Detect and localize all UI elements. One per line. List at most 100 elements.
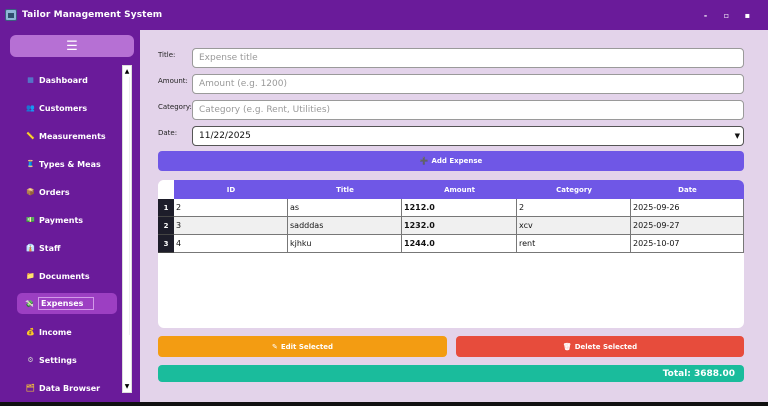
row-number[interactable]: 1	[158, 199, 174, 217]
sidebar-item-data-browser[interactable]: 🗂 Data Browser	[18, 374, 122, 402]
cell-id[interactable]: 4	[174, 235, 288, 253]
sidebar-item-label: Payments	[39, 215, 84, 225]
cell-amount[interactable]: 1212.0	[402, 199, 517, 217]
cell-date[interactable]: 2025-10-07	[631, 235, 744, 253]
column-header-amount[interactable]: Amount	[402, 180, 517, 199]
app-window: Tailor Management System - ▫ ▪ ☰ ▦ Dashbo…	[0, 0, 768, 404]
date-picker[interactable]: 11/22/2025 ▼	[192, 126, 744, 146]
sidebar-item-orders[interactable]: 📦 Orders	[18, 178, 122, 206]
edit-selected-label: Edit Selected	[280, 342, 334, 351]
edit-icon: ✎	[271, 342, 278, 351]
sidebar-item-expenses[interactable]: 💸 Expenses	[17, 293, 117, 314]
cell-title[interactable]: sadddas	[288, 217, 402, 235]
title-label: Title:	[158, 51, 176, 59]
sidebar-item-label: Orders	[39, 187, 70, 197]
sidebar-item-customers[interactable]: 👥 Customers	[18, 94, 122, 122]
row-number[interactable]: 3	[158, 235, 174, 253]
minimize-button[interactable]: -	[695, 8, 716, 22]
category-label: Category:	[158, 103, 192, 111]
trash-icon: 🗑	[562, 342, 572, 351]
window-controls: - ▫ ▪	[695, 8, 758, 22]
title-bar: Tailor Management System - ▫ ▪	[0, 0, 768, 30]
sidebar-item-label: Settings	[39, 355, 77, 365]
sidebar-item-label: Data Browser	[39, 383, 101, 393]
sidebar-item-label: Income	[39, 327, 72, 337]
cell-category[interactable]: xcv	[517, 217, 631, 235]
sidebar: ☰ ▦ Dashboard 👥 Customers 📏 Measurements 🧵 Type…	[0, 30, 140, 402]
close-button[interactable]: ▪	[737, 8, 758, 22]
maximize-button[interactable]: ▫	[716, 8, 737, 22]
window-title: Tailor Management System	[22, 10, 163, 20]
package-icon: 📦	[26, 188, 35, 196]
cell-id[interactable]: 2	[174, 199, 288, 217]
add-expense-button[interactable]: ➕ Add Expense	[158, 151, 744, 171]
column-header-id[interactable]: ID	[174, 180, 288, 199]
sidebar-item-label: Customers	[39, 103, 88, 113]
cell-id[interactable]: 3	[174, 217, 288, 235]
cell-category[interactable]: rent	[517, 235, 631, 253]
delete-selected-button[interactable]: 🗑 Delete Selected	[456, 336, 744, 357]
sidebar-item-label: Dashboard	[39, 75, 88, 85]
cell-amount[interactable]: 1232.0	[402, 217, 517, 235]
total-display: Total: 3688.00	[158, 365, 744, 382]
scroll-up-icon[interactable]: ▲	[123, 67, 131, 76]
table-row[interactable]: 1 2 as 1212.0 2 2025-09-26	[158, 199, 744, 217]
plus-icon: ➕	[419, 157, 429, 165]
table-row[interactable]: 2 3 sadddas 1232.0 xcv 2025-09-27	[158, 217, 744, 235]
cell-date[interactable]: 2025-09-26	[631, 199, 744, 217]
sidebar-item-documents[interactable]: 📁 Documents	[18, 262, 122, 290]
edit-selected-button[interactable]: ✎ Edit Selected	[158, 336, 447, 357]
column-header-date[interactable]: Date	[631, 180, 744, 199]
file-icon: 🗂	[26, 384, 35, 392]
date-value: 11/22/2025	[199, 131, 251, 141]
people-icon: 👥	[26, 104, 35, 112]
staff-icon: 👔	[26, 244, 35, 252]
ruler-icon: 📏	[26, 132, 35, 140]
sidebar-item-settings[interactable]: ⚙ Settings	[18, 346, 122, 374]
sidebar-item-label: Expenses	[38, 297, 95, 310]
cell-title[interactable]: kjhku	[288, 235, 402, 253]
app-icon	[5, 9, 17, 21]
row-number[interactable]: 2	[158, 217, 174, 235]
sidebar-item-staff[interactable]: 👔 Staff	[18, 234, 122, 262]
expense-title-input[interactable]: Expense title	[192, 48, 744, 68]
sidebar-item-label: Documents	[39, 271, 90, 281]
thread-icon: 🧵	[26, 160, 35, 168]
category-input[interactable]: Category (e.g. Rent, Utilities)	[192, 100, 744, 120]
chart-icon: ▦	[27, 76, 34, 84]
date-label: Date:	[158, 129, 178, 137]
scroll-down-icon[interactable]: ▼	[123, 382, 131, 391]
sidebar-item-label: Staff	[39, 243, 61, 253]
taskbar-edge	[0, 402, 768, 406]
amount-input[interactable]: Amount (e.g. 1200)	[192, 74, 744, 94]
cell-amount[interactable]: 1244.0	[402, 235, 517, 253]
cell-date[interactable]: 2025-09-27	[631, 217, 744, 235]
sidebar-item-types-meas[interactable]: 🧵 Types & Meas	[18, 150, 122, 178]
sidebar-item-label: Measurements	[39, 131, 106, 141]
moneybag-icon: 💰	[26, 328, 35, 336]
sidebar-item-dashboard[interactable]: ▦ Dashboard	[18, 66, 122, 94]
receipt-icon: 💸	[25, 299, 34, 308]
add-expense-label: Add Expense	[431, 157, 483, 165]
sidebar-item-income[interactable]: 💰 Income	[18, 318, 122, 346]
sidebar-item-payments[interactable]: 💵 Payments	[18, 206, 122, 234]
dropdown-arrow-icon[interactable]: ▼	[735, 132, 740, 140]
menu-toggle-button[interactable]: ☰	[10, 35, 134, 57]
table-corner[interactable]	[158, 180, 174, 199]
expenses-table: ID Title Amount Category Date 1 2 as 1212.0…	[158, 180, 744, 328]
table-header: ID Title Amount Category Date	[158, 180, 744, 199]
column-header-title[interactable]: Title	[288, 180, 402, 199]
column-header-category[interactable]: Category	[517, 180, 631, 199]
scroll-thumb[interactable]	[124, 77, 130, 335]
cell-title[interactable]: as	[288, 199, 402, 217]
total-value: Total: 3688.00	[662, 368, 735, 379]
gear-icon: ⚙	[27, 356, 34, 364]
sidebar-item-measurements[interactable]: 📏 Measurements	[18, 122, 122, 150]
folder-icon: 📁	[26, 272, 35, 280]
delete-selected-label: Delete Selected	[574, 342, 638, 351]
sidebar-scrollbar[interactable]: ▲ ▼	[122, 65, 132, 393]
money-icon: 💵	[26, 216, 35, 224]
table-row[interactable]: 3 4 kjhku 1244.0 rent 2025-10-07	[158, 235, 744, 253]
cell-category[interactable]: 2	[517, 199, 631, 217]
hamburger-icon: ☰	[66, 38, 78, 54]
